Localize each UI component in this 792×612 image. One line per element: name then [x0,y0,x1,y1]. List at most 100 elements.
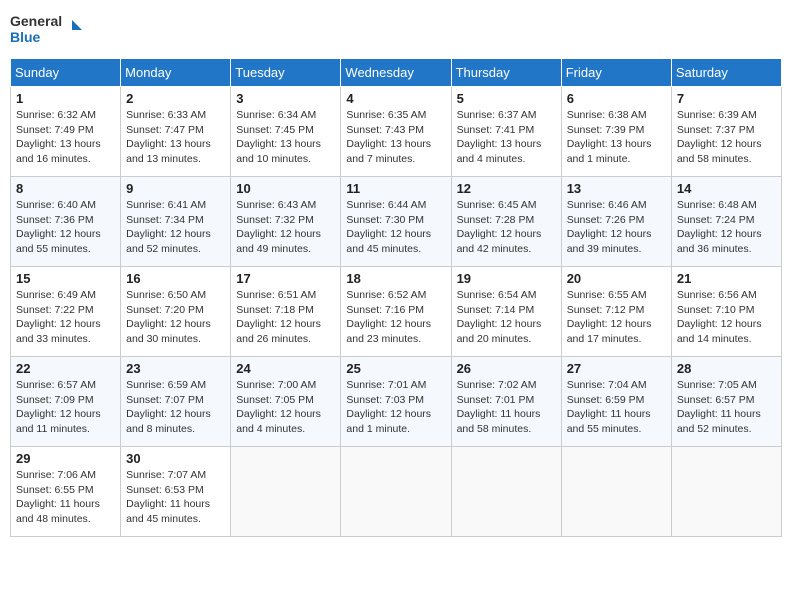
day-number: 8 [16,181,115,196]
column-header-wednesday: Wednesday [341,59,451,87]
day-info: Sunrise: 7:00 AM Sunset: 7:05 PM Dayligh… [236,378,335,437]
page-header: GeneralBlue [10,10,782,50]
day-number: 10 [236,181,335,196]
day-info: Sunrise: 6:48 AM Sunset: 7:24 PM Dayligh… [677,198,776,257]
calendar-cell [451,447,561,537]
day-number: 13 [567,181,666,196]
calendar-cell: 28 Sunrise: 7:05 AM Sunset: 6:57 PM Dayli… [671,357,781,447]
day-number: 7 [677,91,776,106]
day-info: Sunrise: 6:52 AM Sunset: 7:16 PM Dayligh… [346,288,445,347]
day-info: Sunrise: 6:43 AM Sunset: 7:32 PM Dayligh… [236,198,335,257]
calendar-cell: 4 Sunrise: 6:35 AM Sunset: 7:43 PM Daylig… [341,87,451,177]
day-number: 28 [677,361,776,376]
day-number: 16 [126,271,225,286]
day-number: 2 [126,91,225,106]
calendar-week-row: 22 Sunrise: 6:57 AM Sunset: 7:09 PM Dayli… [11,357,782,447]
calendar-week-row: 29Sunrise: 7:06 AM Sunset: 6:55 PM Dayli… [11,447,782,537]
calendar-cell: 15 Sunrise: 6:49 AM Sunset: 7:22 PM Dayli… [11,267,121,357]
day-number: 20 [567,271,666,286]
logo: GeneralBlue [10,10,90,50]
day-number: 4 [346,91,445,106]
day-info: Sunrise: 7:04 AM Sunset: 6:59 PM Dayligh… [567,378,666,437]
day-number: 26 [457,361,556,376]
day-info: Sunrise: 6:32 AM Sunset: 7:49 PM Dayligh… [16,108,115,167]
calendar-cell: 12Sunrise: 6:45 AM Sunset: 7:28 PM Dayli… [451,177,561,267]
day-number: 15 [16,271,115,286]
day-number: 27 [567,361,666,376]
day-info: Sunrise: 6:54 AM Sunset: 7:14 PM Dayligh… [457,288,556,347]
day-info: Sunrise: 6:41 AM Sunset: 7:34 PM Dayligh… [126,198,225,257]
calendar-table: SundayMondayTuesdayWednesdayThursdayFrid… [10,58,782,537]
calendar-cell: 26Sunrise: 7:02 AM Sunset: 7:01 PM Dayli… [451,357,561,447]
calendar-cell: 23 Sunrise: 6:59 AM Sunset: 7:07 PM Dayli… [121,357,231,447]
day-info: Sunrise: 6:49 AM Sunset: 7:22 PM Dayligh… [16,288,115,347]
svg-text:General: General [10,13,62,29]
calendar-cell: 22 Sunrise: 6:57 AM Sunset: 7:09 PM Dayli… [11,357,121,447]
day-number: 11 [346,181,445,196]
column-header-saturday: Saturday [671,59,781,87]
day-number: 14 [677,181,776,196]
day-info: Sunrise: 6:39 AM Sunset: 7:37 PM Dayligh… [677,108,776,167]
day-number: 1 [16,91,115,106]
calendar-week-row: 15 Sunrise: 6:49 AM Sunset: 7:22 PM Dayli… [11,267,782,357]
calendar-cell: 21 Sunrise: 6:56 AM Sunset: 7:10 PM Dayli… [671,267,781,357]
day-number: 18 [346,271,445,286]
calendar-cell [561,447,671,537]
calendar-week-row: 8 Sunrise: 6:40 AM Sunset: 7:36 PM Daylig… [11,177,782,267]
calendar-cell: 2Sunrise: 6:33 AM Sunset: 7:47 PM Daylig… [121,87,231,177]
calendar-cell [341,447,451,537]
calendar-cell: 19Sunrise: 6:54 AM Sunset: 7:14 PM Dayli… [451,267,561,357]
column-header-friday: Friday [561,59,671,87]
calendar-header-row: SundayMondayTuesdayWednesdayThursdayFrid… [11,59,782,87]
logo-icon: GeneralBlue [10,10,90,50]
day-number: 6 [567,91,666,106]
day-number: 23 [126,361,225,376]
calendar-cell: 14 Sunrise: 6:48 AM Sunset: 7:24 PM Dayli… [671,177,781,267]
day-info: Sunrise: 7:01 AM Sunset: 7:03 PM Dayligh… [346,378,445,437]
calendar-cell: 6 Sunrise: 6:38 AM Sunset: 7:39 PM Daylig… [561,87,671,177]
day-info: Sunrise: 6:38 AM Sunset: 7:39 PM Dayligh… [567,108,666,167]
calendar-cell [671,447,781,537]
day-info: Sunrise: 6:55 AM Sunset: 7:12 PM Dayligh… [567,288,666,347]
calendar-cell: 3Sunrise: 6:34 AM Sunset: 7:45 PM Daylig… [231,87,341,177]
calendar-cell: 11 Sunrise: 6:44 AM Sunset: 7:30 PM Dayli… [341,177,451,267]
calendar-cell: 13Sunrise: 6:46 AM Sunset: 7:26 PM Dayli… [561,177,671,267]
day-info: Sunrise: 6:51 AM Sunset: 7:18 PM Dayligh… [236,288,335,347]
day-number: 12 [457,181,556,196]
calendar-cell: 24 Sunrise: 7:00 AM Sunset: 7:05 PM Dayli… [231,357,341,447]
day-number: 29 [16,451,115,466]
day-info: Sunrise: 6:50 AM Sunset: 7:20 PM Dayligh… [126,288,225,347]
calendar-cell: 16 Sunrise: 6:50 AM Sunset: 7:20 PM Dayli… [121,267,231,357]
calendar-cell: 17 Sunrise: 6:51 AM Sunset: 7:18 PM Dayli… [231,267,341,357]
calendar-cell: 8 Sunrise: 6:40 AM Sunset: 7:36 PM Daylig… [11,177,121,267]
calendar-week-row: 1 Sunrise: 6:32 AM Sunset: 7:49 PM Daylig… [11,87,782,177]
calendar-cell [231,447,341,537]
day-info: Sunrise: 6:56 AM Sunset: 7:10 PM Dayligh… [677,288,776,347]
calendar-cell: 9 Sunrise: 6:41 AM Sunset: 7:34 PM Daylig… [121,177,231,267]
day-info: Sunrise: 6:35 AM Sunset: 7:43 PM Dayligh… [346,108,445,167]
day-number: 22 [16,361,115,376]
calendar-cell: 27 Sunrise: 7:04 AM Sunset: 6:59 PM Dayli… [561,357,671,447]
day-number: 21 [677,271,776,286]
svg-text:Blue: Blue [10,29,41,45]
calendar-cell: 30 Sunrise: 7:07 AM Sunset: 6:53 PM Dayli… [121,447,231,537]
day-info: Sunrise: 6:57 AM Sunset: 7:09 PM Dayligh… [16,378,115,437]
day-number: 30 [126,451,225,466]
calendar-cell: 10 Sunrise: 6:43 AM Sunset: 7:32 PM Dayli… [231,177,341,267]
day-number: 24 [236,361,335,376]
calendar-cell: 18 Sunrise: 6:52 AM Sunset: 7:16 PM Dayli… [341,267,451,357]
day-info: Sunrise: 7:07 AM Sunset: 6:53 PM Dayligh… [126,468,225,527]
day-number: 5 [457,91,556,106]
column-header-monday: Monday [121,59,231,87]
day-info: Sunrise: 6:37 AM Sunset: 7:41 PM Dayligh… [457,108,556,167]
day-number: 17 [236,271,335,286]
day-info: Sunrise: 7:05 AM Sunset: 6:57 PM Dayligh… [677,378,776,437]
column-header-tuesday: Tuesday [231,59,341,87]
column-header-sunday: Sunday [11,59,121,87]
day-info: Sunrise: 6:59 AM Sunset: 7:07 PM Dayligh… [126,378,225,437]
day-number: 9 [126,181,225,196]
day-info: Sunrise: 6:40 AM Sunset: 7:36 PM Dayligh… [16,198,115,257]
day-info: Sunrise: 6:44 AM Sunset: 7:30 PM Dayligh… [346,198,445,257]
calendar-cell: 29Sunrise: 7:06 AM Sunset: 6:55 PM Dayli… [11,447,121,537]
day-number: 3 [236,91,335,106]
